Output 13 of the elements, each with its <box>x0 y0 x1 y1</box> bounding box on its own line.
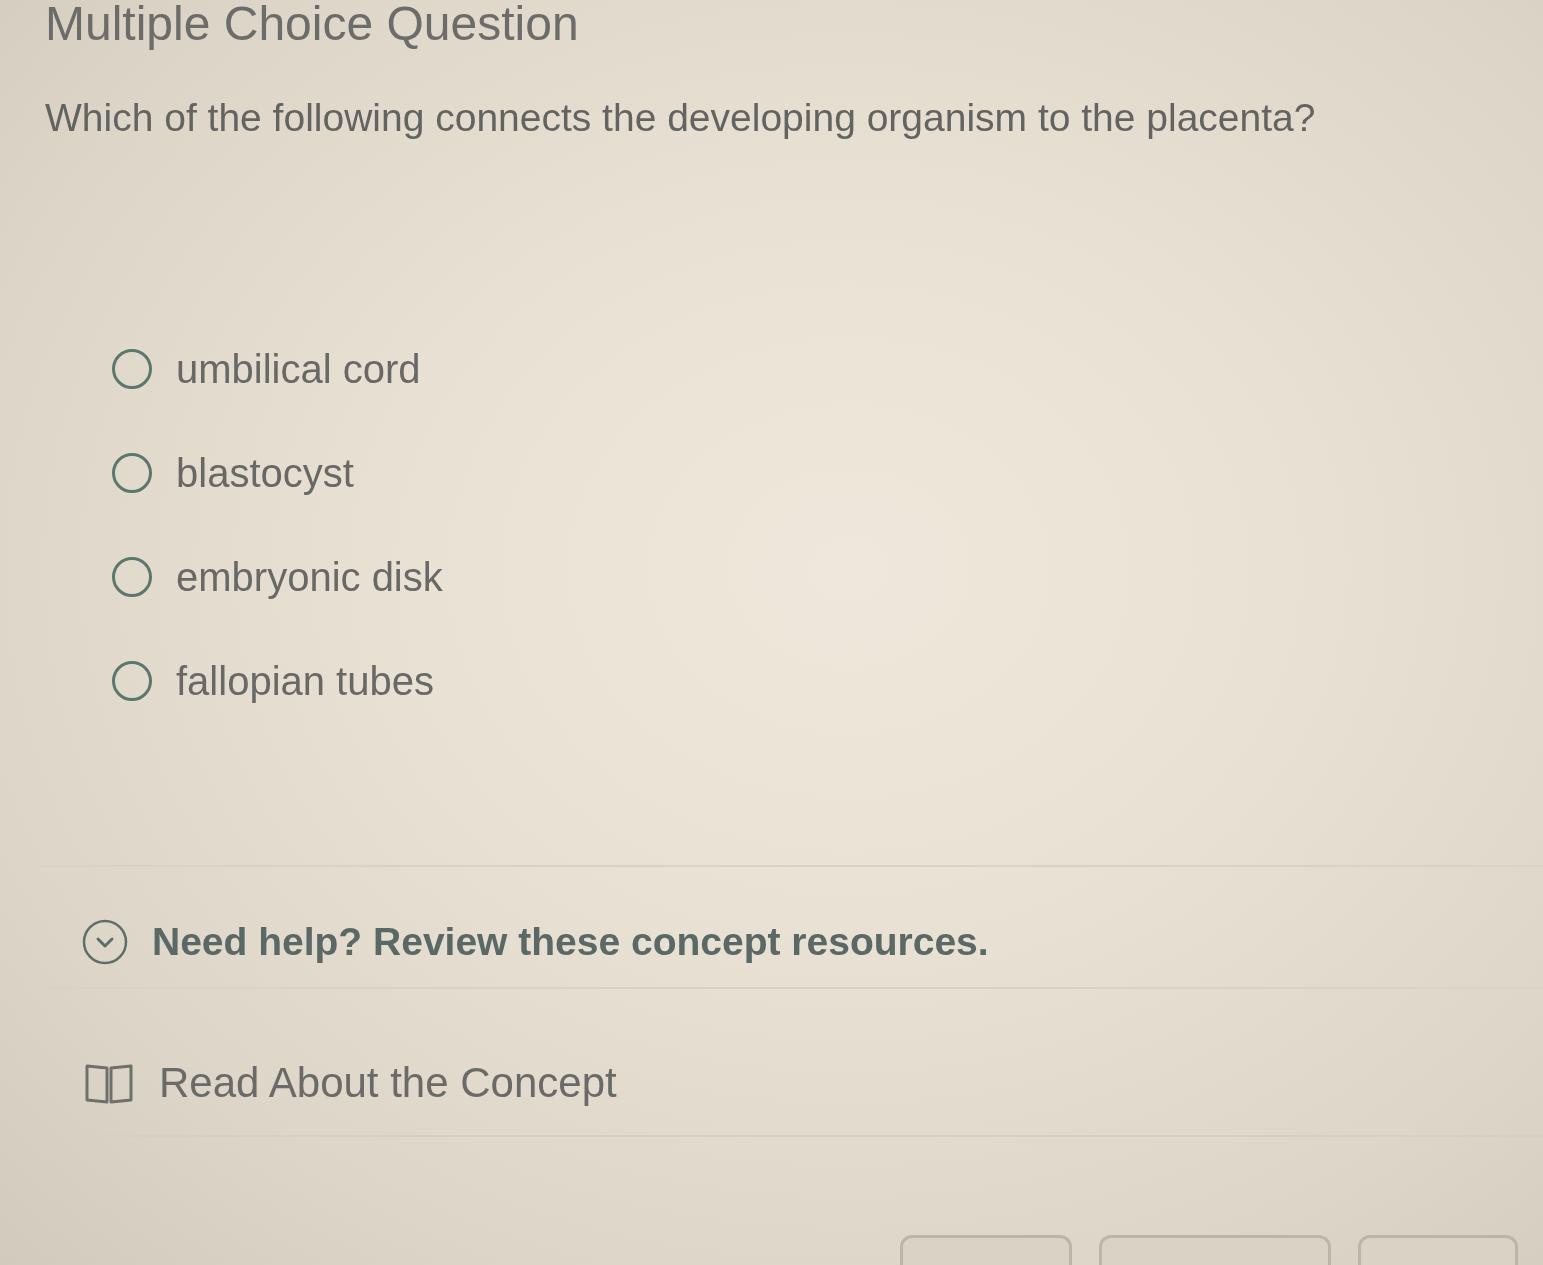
radio-button[interactable] <box>112 557 152 597</box>
page-title: Multiple Choice Question <box>45 0 579 48</box>
answer-option[interactable]: blastocyst <box>112 449 354 497</box>
answer-option[interactable]: fallopian tubes <box>112 657 434 705</box>
answer-option[interactable]: embryonic disk <box>112 553 443 601</box>
book-icon <box>85 1062 133 1104</box>
resource-link[interactable]: Read About the Concept <box>85 1059 617 1107</box>
radio-button[interactable] <box>112 661 152 701</box>
radio-button[interactable] <box>112 453 152 493</box>
help-toggle[interactable]: Need help? Review these concept resources. <box>82 919 989 965</box>
radio-button[interactable] <box>112 349 152 389</box>
answer-option[interactable]: umbilical cord <box>112 345 421 393</box>
question-text: Which of the following connects the developing organism to the placenta? <box>45 95 1316 141</box>
